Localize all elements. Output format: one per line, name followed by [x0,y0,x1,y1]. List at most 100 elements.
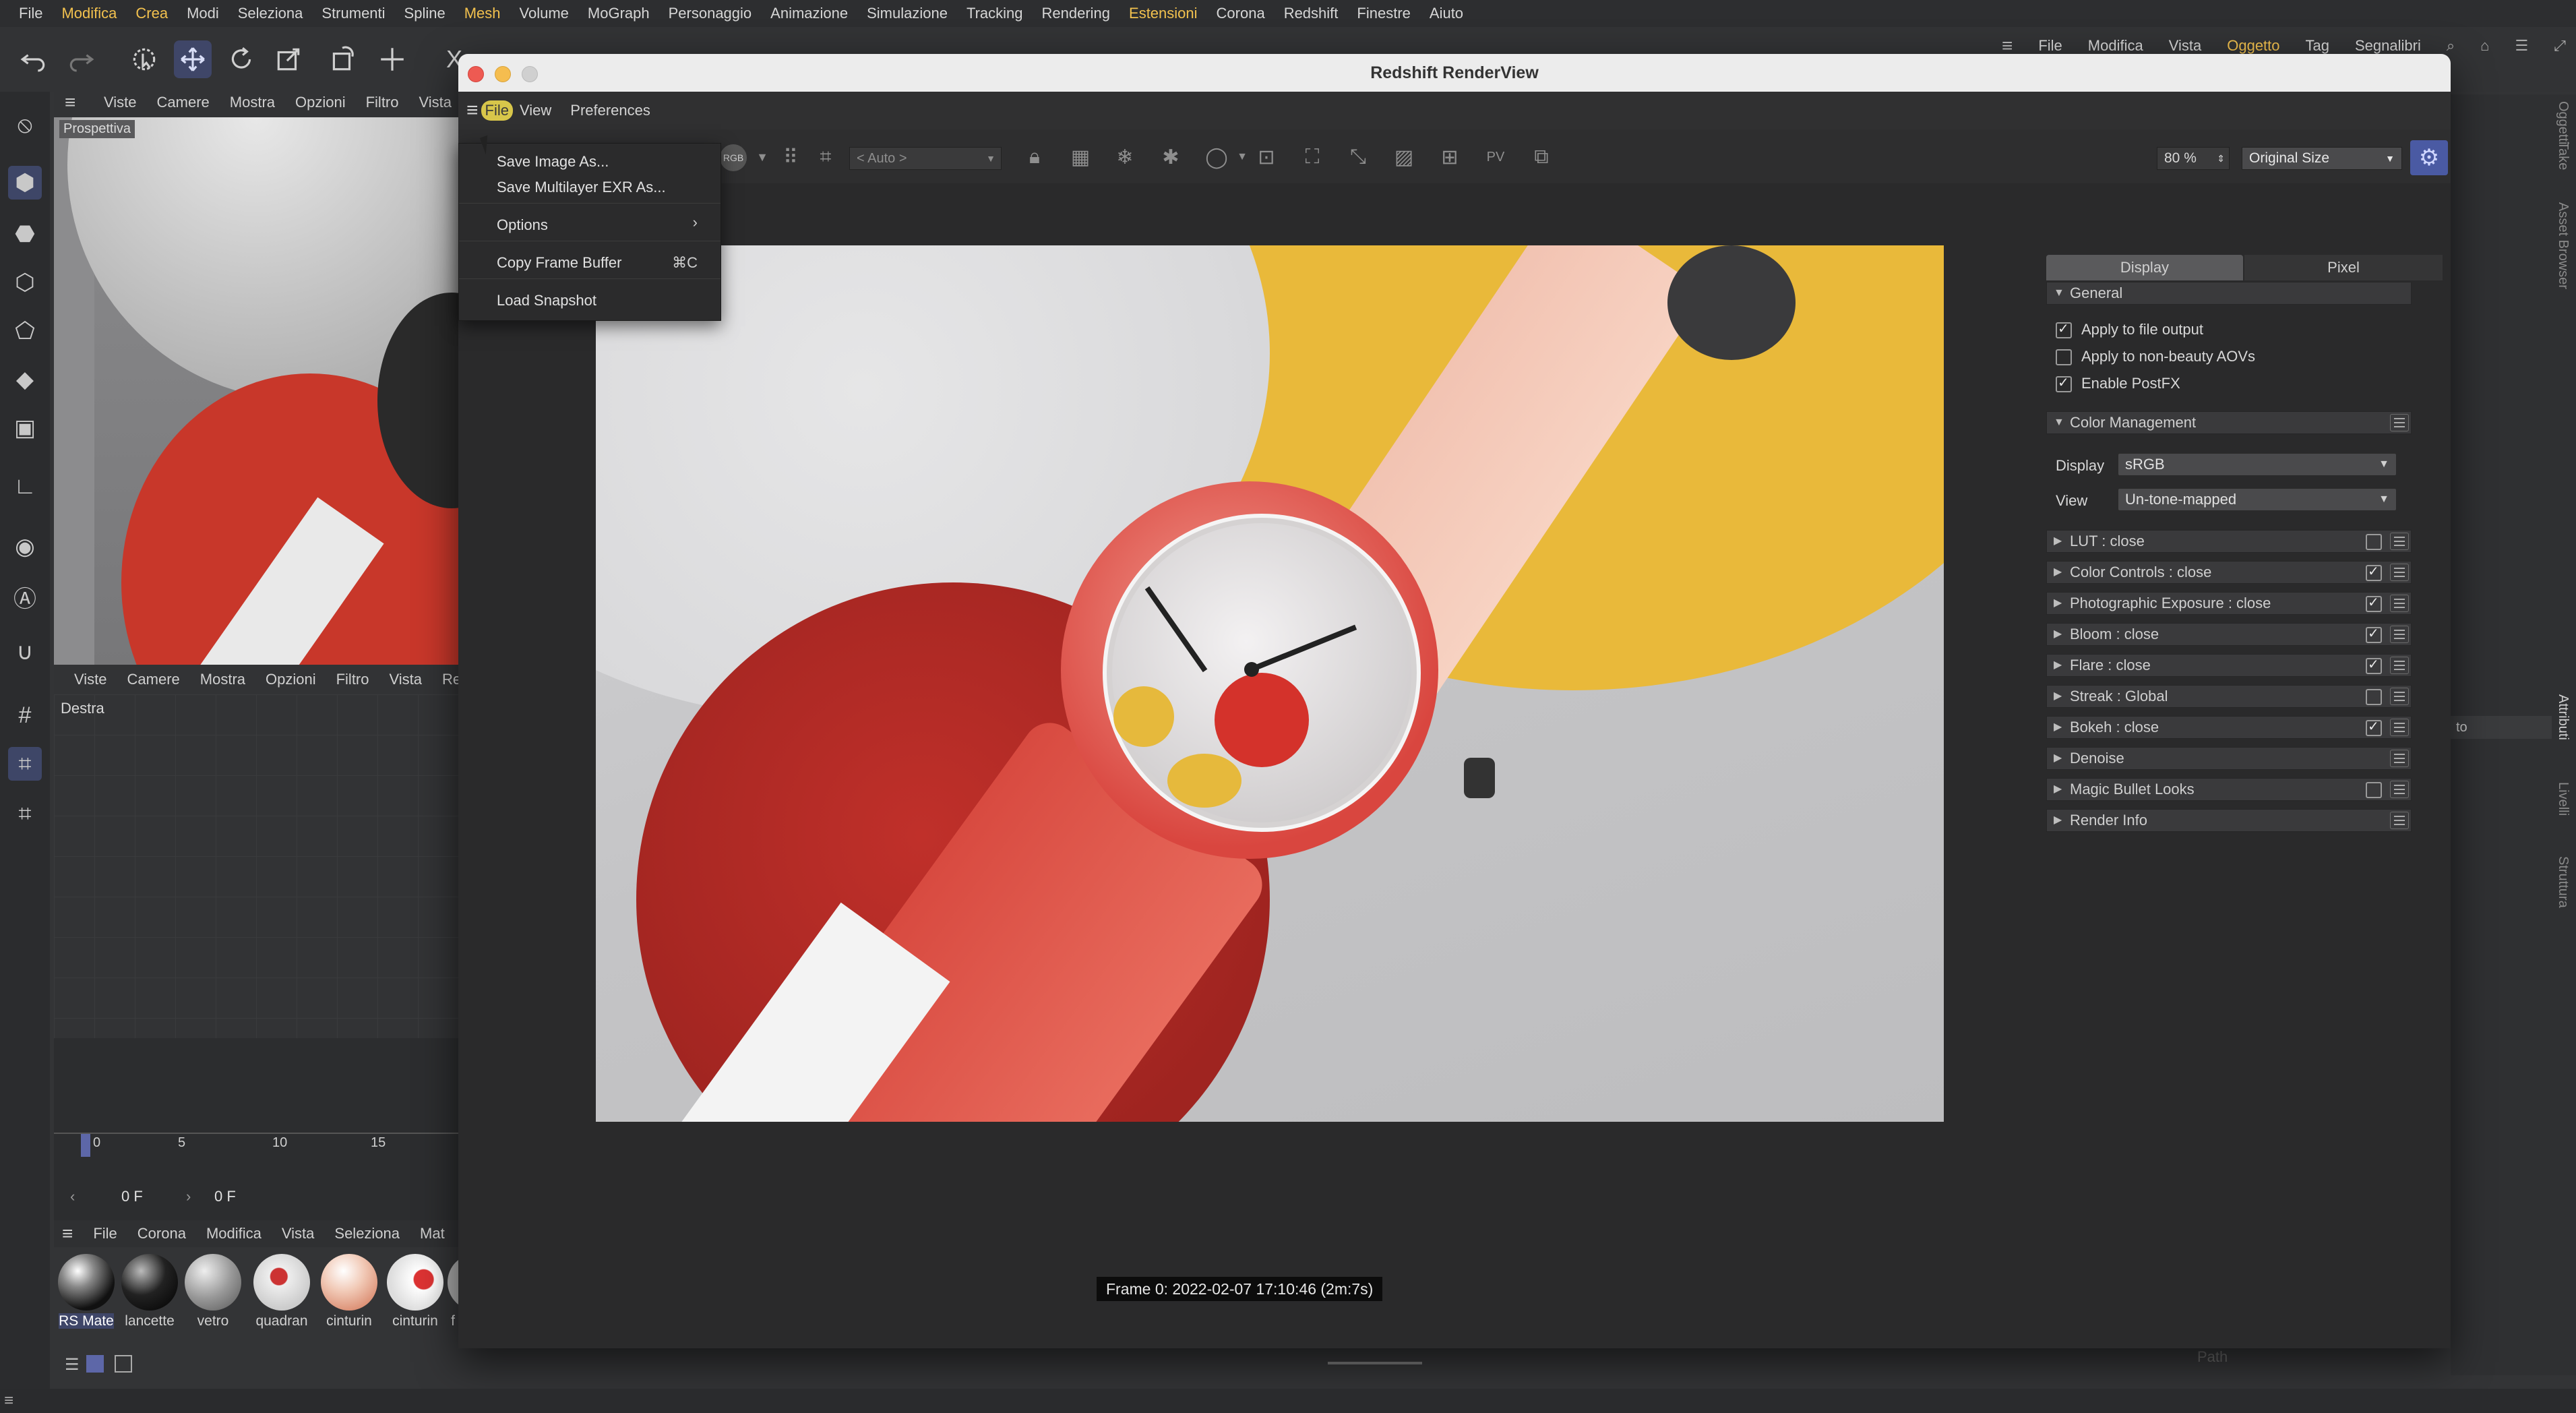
picture-viewer-icon[interactable]: PV [1480,142,1511,173]
viewport2-menu-filtro[interactable]: Filtro [336,671,369,688]
menu-item-copy-frame-buffer[interactable]: Copy Frame Buffer [497,254,621,272]
section-menu-icon[interactable] [2390,688,2409,705]
model-mode-icon[interactable]: ⬢ [8,166,42,200]
large-view-icon[interactable] [115,1355,132,1373]
menu-rendering[interactable]: Rendering [1042,5,1111,22]
material-menu-seleziona[interactable]: Seleziona [334,1225,400,1242]
menu-item-save-multilayer-exr[interactable]: Save Multilayer EXR As... [497,179,666,196]
home-icon[interactable]: ⌂ [2480,37,2489,55]
checkbox-streak[interactable] [2366,689,2382,705]
channel-dropdown-icon[interactable]: ▼ [747,142,778,173]
aov-select[interactable]: < Auto > ▼ [849,147,1002,170]
section-menu-icon[interactable] [2390,812,2409,829]
text-tool-icon[interactable]: Ⓐ [8,580,42,613]
section-menu-icon[interactable] [2390,414,2409,431]
grid-view-icon[interactable] [86,1355,104,1373]
menu-redshift[interactable]: Redshift [1284,5,1339,22]
expand-icon[interactable]: ⤢ [2554,37,2566,55]
checkbox-lut[interactable] [2366,534,2382,550]
section-menu-icon[interactable] [2390,564,2409,581]
edges-mode-icon[interactable]: ⬠ [8,314,42,348]
viewport-right[interactable]: Destra [54,694,458,1038]
material-swatch[interactable]: cinturin [318,1254,380,1329]
move-tool-icon[interactable] [174,40,212,78]
material-menu-mat[interactable]: Mat [420,1225,445,1242]
search-icon[interactable]: ⌕ [2447,37,2455,55]
viewport2-menu-viste[interactable]: Viste [74,671,107,688]
material-menu-modifica[interactable]: Modifica [206,1225,262,1242]
lock-icon[interactable]: 🔒︎ [1019,142,1050,173]
section-menu-icon[interactable] [2390,750,2409,767]
grid-snap-icon[interactable]: # [8,698,42,732]
menu-mesh[interactable]: Mesh [464,5,501,22]
section-photographic-exposure[interactable]: ▶ Photographic Exposure : close [2046,592,2412,615]
bucket-grid-icon[interactable]: ▦ [1065,142,1096,173]
viewport-perspective[interactable]: Prospettiva [54,117,458,665]
frame-start-field[interactable]: 0 F [121,1188,143,1205]
viewport2-menu-camere[interactable]: Camere [127,671,180,688]
tab-asset-browser[interactable]: Asset Browser [2555,202,2571,289]
ipr-freeze-icon[interactable]: ✱ [1155,142,1186,173]
crop-icon[interactable]: ⌗ [810,142,841,173]
workplane-align-icon[interactable]: ⌗ [8,797,42,831]
checkbox-magic-bullet-looks[interactable] [2366,782,2382,798]
menu-tracking[interactable]: Tracking [967,5,1023,22]
tab-attributi[interactable]: Attributi [2555,694,2571,740]
viewport-menu-camere[interactable]: Camere [157,94,210,111]
workplane-icon[interactable]: ⌗ [8,747,42,781]
checkbox-color-controls[interactable] [2366,563,2382,581]
select-display[interactable]: sRGB ▼ [2118,453,2397,476]
make-editable-icon[interactable]: ⦸ [8,108,42,142]
timeline[interactable]: 0 5 10 15 ‹ 0 F › 0 F [54,1038,458,1234]
material-swatch[interactable]: vetro [182,1254,244,1329]
rv-menu-file[interactable]: File [481,100,513,121]
zoom-field[interactable]: 80 % ⇕ [2157,147,2230,170]
menu-modifica[interactable]: Modifica [61,5,117,22]
menu-corona[interactable]: Corona [1217,5,1265,22]
viewport2-menu-vista[interactable]: Vista [390,671,423,688]
section-color-management[interactable]: ▼ Color Management [2046,411,2412,434]
section-render-info[interactable]: ▶ Render Info [2046,809,2412,832]
render-view-menu-icon[interactable]: ≡ [466,99,479,122]
section-menu-icon[interactable] [2390,533,2409,550]
tab-oggetti[interactable]: Oggetti [2555,101,2571,144]
menu-modi[interactable]: Modi [187,5,219,22]
viewport-menu-icon[interactable]: ≡ [65,92,84,113]
checkbox-apply-file-output[interactable] [2056,320,2072,338]
points-mode-icon[interactable]: ⬡ [8,266,42,299]
checkbox-bokeh[interactable] [2366,718,2382,736]
section-menu-icon[interactable] [2390,781,2409,798]
menu-spline[interactable]: Spline [404,5,446,22]
material-menu-file[interactable]: File [93,1225,117,1242]
transform-tool-icon[interactable] [324,40,361,78]
zoom-window-button[interactable] [522,66,538,82]
viewport-menu-opzioni[interactable]: Opzioni [295,94,346,111]
checkbox-enable-postfx[interactable] [2056,374,2072,392]
focus-icon[interactable]: ⊡ [1251,142,1282,173]
uv-mode-icon[interactable]: ▣ [8,411,42,445]
next-frame-icon[interactable]: › [186,1188,191,1205]
list-view-icon[interactable]: ☰ [65,1355,80,1375]
section-magic-bullet-looks[interactable]: ▶ Magic Bullet Looks [2046,778,2412,801]
menu-aiuto[interactable]: Aiuto [1430,5,1463,22]
frame-end-field[interactable]: 0 F [214,1188,236,1205]
axis-mode-icon[interactable]: ∟ [8,469,42,503]
mesh-mode-icon[interactable]: ⬣ [8,217,42,251]
tab-livelli[interactable]: Livelli [2555,782,2571,816]
section-flare[interactable]: ▶ Flare : close [2046,654,2412,677]
settings-gear-icon[interactable]: ⚙ [2410,140,2448,175]
section-menu-icon[interactable] [2390,595,2409,612]
select-view[interactable]: Un-tone-mapped ▼ [2118,488,2397,511]
magnet-icon[interactable]: ∪ [8,635,42,669]
prev-frame-icon[interactable]: ‹ [70,1188,75,1205]
render-image[interactable] [596,245,1944,1122]
menu-file[interactable]: File [19,5,42,22]
checkbox-apply-non-beauty[interactable] [2056,349,2072,365]
channel-rgb-button[interactable]: RGB [720,144,747,171]
snap-move-icon[interactable] [373,40,411,78]
attr-menu-vista[interactable]: Vista [2169,37,2202,55]
viewport2-menu-mostra[interactable]: Mostra [200,671,245,688]
dither-grid-icon[interactable]: ⠿ [775,142,806,173]
section-lut[interactable]: ▶ LUT : close [2046,530,2412,553]
menu-item-load-snapshot[interactable]: Load Snapshot [497,292,596,309]
